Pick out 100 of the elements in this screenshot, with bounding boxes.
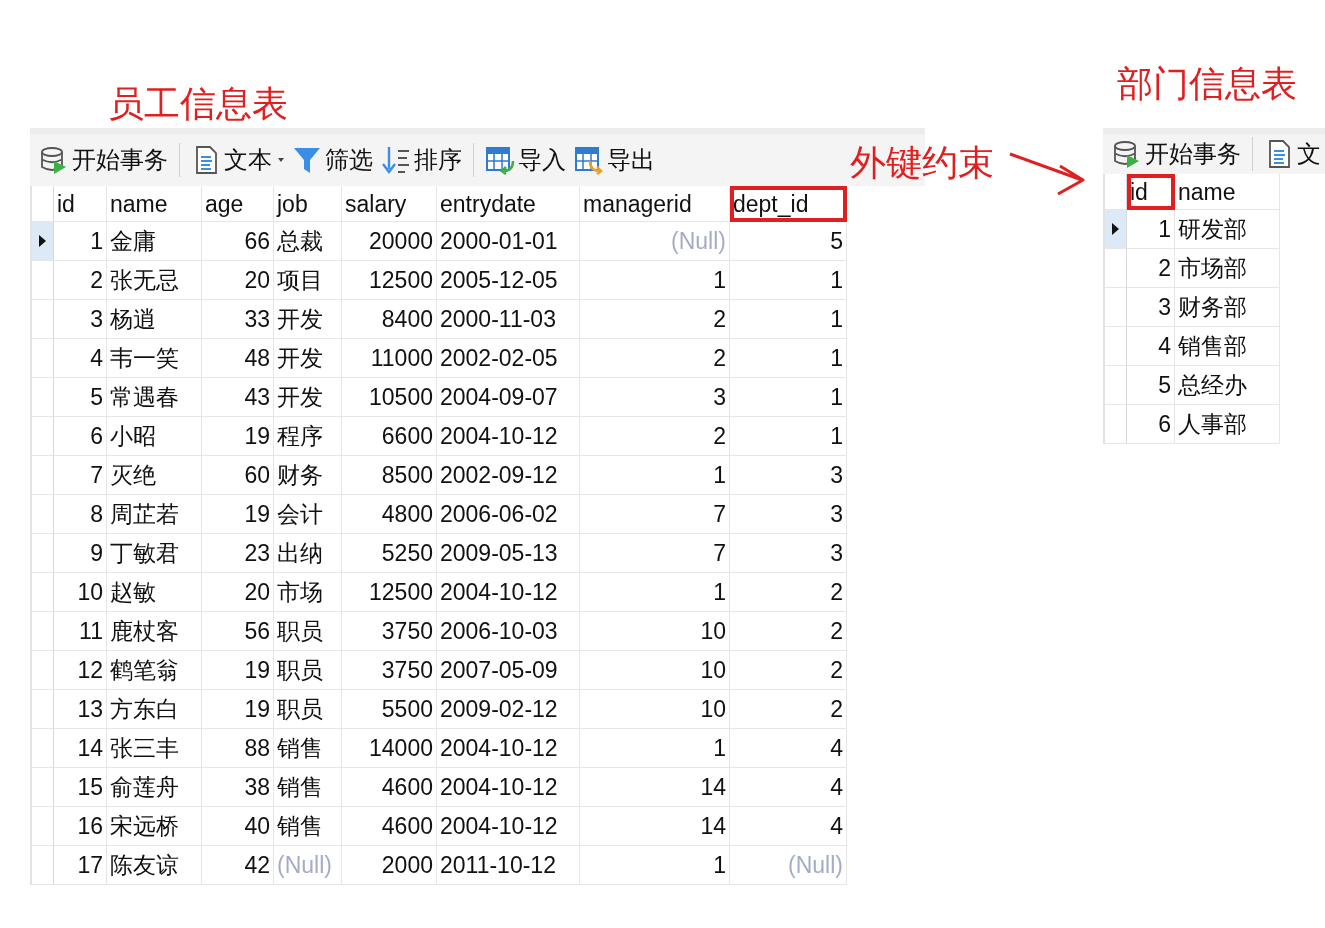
table-cell: 1: [580, 261, 730, 300]
column-header[interactable]: dept_id: [730, 186, 847, 222]
column-header[interactable]: id: [1127, 174, 1175, 210]
table-cell: 2: [730, 573, 847, 612]
filter-button[interactable]: 筛选: [289, 142, 376, 178]
table-cell: 2: [580, 300, 730, 339]
table-cell: 1: [580, 846, 730, 885]
table-cell: 14000: [342, 729, 437, 768]
table-cell: 项目: [274, 261, 342, 300]
column-header[interactable]: id: [54, 186, 107, 222]
table-cell: 2: [580, 339, 730, 378]
table-cell: 3: [730, 495, 847, 534]
table-cell: 4600: [342, 768, 437, 807]
column-header[interactable]: name: [107, 186, 202, 222]
current-row-icon: [1112, 223, 1119, 235]
table-cell: 1: [580, 729, 730, 768]
table-cell: 3750: [342, 612, 437, 651]
transaction-button[interactable]: 开始事务: [36, 142, 171, 178]
table-cell: 总裁: [274, 222, 342, 261]
table-cell: 10: [54, 573, 107, 612]
table-cell: 4: [54, 339, 107, 378]
table-cell: 张无忌: [107, 261, 202, 300]
table-cell: 17: [54, 846, 107, 885]
table-cell: 3: [54, 300, 107, 339]
table-cell: 3750: [342, 651, 437, 690]
table-cell: 开发: [274, 339, 342, 378]
table-cell: 3: [730, 534, 847, 573]
table-export-icon: [574, 145, 604, 175]
table-cell: 48: [202, 339, 274, 378]
table-cell: 鹤笔翁: [107, 651, 202, 690]
sort-button[interactable]: 排序: [378, 142, 465, 178]
table-cell: 8400: [342, 300, 437, 339]
row-indicator[interactable]: [1105, 210, 1127, 249]
import-button[interactable]: 导入: [482, 142, 569, 178]
table-cell: 研发部: [1175, 210, 1280, 249]
table-cell: 60: [202, 456, 274, 495]
table-cell: 3: [1127, 288, 1175, 327]
table-cell: 66: [202, 222, 274, 261]
table-cell: 8: [54, 495, 107, 534]
table-cell: 5250: [342, 534, 437, 573]
table-cell: 7: [580, 495, 730, 534]
table-cell: 方东白: [107, 690, 202, 729]
table-cell: 1: [730, 300, 847, 339]
table-cell: 2: [1127, 249, 1175, 288]
table-cell: 7: [580, 534, 730, 573]
table-cell: 5500: [342, 690, 437, 729]
column-header[interactable]: age: [202, 186, 274, 222]
export-button[interactable]: 导出: [571, 142, 658, 178]
table-cell: 韦一笑: [107, 339, 202, 378]
table-cell: 12500: [342, 573, 437, 612]
table-cell: 4: [730, 729, 847, 768]
column-header[interactable]: salary: [342, 186, 437, 222]
table-cell: 陈友谅: [107, 846, 202, 885]
table-cell: 鹿杖客: [107, 612, 202, 651]
table-cell: 2009-02-12: [437, 690, 580, 729]
table-cell: 俞莲舟: [107, 768, 202, 807]
column-header[interactable]: managerid: [580, 186, 730, 222]
table-cell: 8500: [342, 456, 437, 495]
table-cell: 2004-10-12: [437, 768, 580, 807]
table-cell: 2004-10-12: [437, 807, 580, 846]
table-cell: 33: [202, 300, 274, 339]
column-header[interactable]: job: [274, 186, 342, 222]
table-cell: 开发: [274, 300, 342, 339]
table-cell: 88: [202, 729, 274, 768]
table-cell: 2004-09-07: [437, 378, 580, 417]
table-cell: 12500: [342, 261, 437, 300]
table-cell: 11000: [342, 339, 437, 378]
table-cell: 1: [730, 339, 847, 378]
table-cell: 42: [202, 846, 274, 885]
table-cell: 19: [202, 651, 274, 690]
text-button[interactable]: 文: [1261, 136, 1324, 172]
table-cell: 1: [730, 261, 847, 300]
table-cell: 1: [54, 222, 107, 261]
table-cell: 2011-10-12: [437, 846, 580, 885]
table-cell: 销售: [274, 807, 342, 846]
transaction-button[interactable]: 开始事务: [1109, 136, 1244, 172]
table-cell: 2004-10-12: [437, 417, 580, 456]
table-cell: 财务: [274, 456, 342, 495]
row-indicator[interactable]: [32, 222, 54, 261]
table-cell: 14: [580, 768, 730, 807]
text-button[interactable]: 文本: [188, 142, 287, 178]
table-cell: 灭绝: [107, 456, 202, 495]
table-cell: 14: [54, 729, 107, 768]
table-cell: 19: [202, 495, 274, 534]
funnel-icon: [292, 145, 322, 175]
table-cell: 6600: [342, 417, 437, 456]
table-cell: 2005-12-05: [437, 261, 580, 300]
table-cell: 市场: [274, 573, 342, 612]
table-cell: 20: [202, 573, 274, 612]
table-cell: 杨逍: [107, 300, 202, 339]
table-cell: 程序: [274, 417, 342, 456]
table-cell: 5: [730, 222, 847, 261]
table-cell: 20: [202, 261, 274, 300]
table-cell: 常遇春: [107, 378, 202, 417]
column-header[interactable]: name: [1175, 174, 1280, 210]
table-cell: 4: [1127, 327, 1175, 366]
annotation-label: 外键约束: [850, 143, 994, 183]
table-cell: 4600: [342, 807, 437, 846]
table-cell: 出纳: [274, 534, 342, 573]
column-header[interactable]: entrydate: [437, 186, 580, 222]
